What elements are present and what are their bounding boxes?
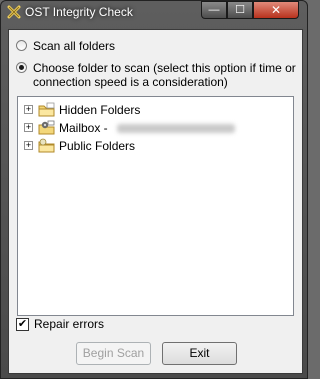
title-bar[interactable]: OST Integrity Check — ☐ ✕	[1, 1, 307, 25]
minimize-button[interactable]: —	[201, 1, 227, 19]
begin-scan-button[interactable]: Begin Scan	[76, 342, 151, 365]
tree-item-label[interactable]: Hidden Folders	[59, 103, 140, 117]
maximize-button[interactable]: ☐	[227, 1, 253, 19]
window-title: OST Integrity Check	[25, 5, 133, 19]
repair-errors-label[interactable]: Repair errors	[34, 318, 104, 331]
folder-icon	[38, 102, 55, 117]
mailbox-icon	[38, 120, 55, 135]
scan-all-radio[interactable]	[16, 40, 27, 51]
choose-folder-radio[interactable]	[16, 62, 27, 73]
dialog-window: OST Integrity Check — ☐ ✕ Scan all folde…	[0, 0, 308, 379]
close-button[interactable]: ✕	[253, 1, 299, 19]
scan-all-label[interactable]: Scan all folders	[33, 39, 115, 53]
choose-folder-label[interactable]: Choose folder to scan (select this optio…	[33, 61, 305, 89]
tree-item-label[interactable]: Mailbox -	[59, 121, 236, 135]
expand-icon[interactable]: +	[24, 105, 33, 114]
exit-button[interactable]: Exit	[162, 342, 237, 365]
expand-icon[interactable]: +	[24, 141, 33, 150]
folder-tree[interactable]: + Hidden Folders + Mailbox - + Public Fo…	[17, 96, 294, 316]
repair-errors-checkbox[interactable]: ✔	[16, 318, 29, 331]
dialog-body: Scan all folders Choose folder to scan (…	[8, 29, 303, 374]
public-folder-icon	[38, 138, 55, 153]
app-icon	[7, 5, 21, 19]
mailbox-label: Mailbox -	[59, 121, 112, 135]
redacted-mailbox-name	[117, 124, 236, 134]
tree-item-label[interactable]: Public Folders	[59, 139, 135, 153]
expand-icon[interactable]: +	[24, 123, 33, 132]
